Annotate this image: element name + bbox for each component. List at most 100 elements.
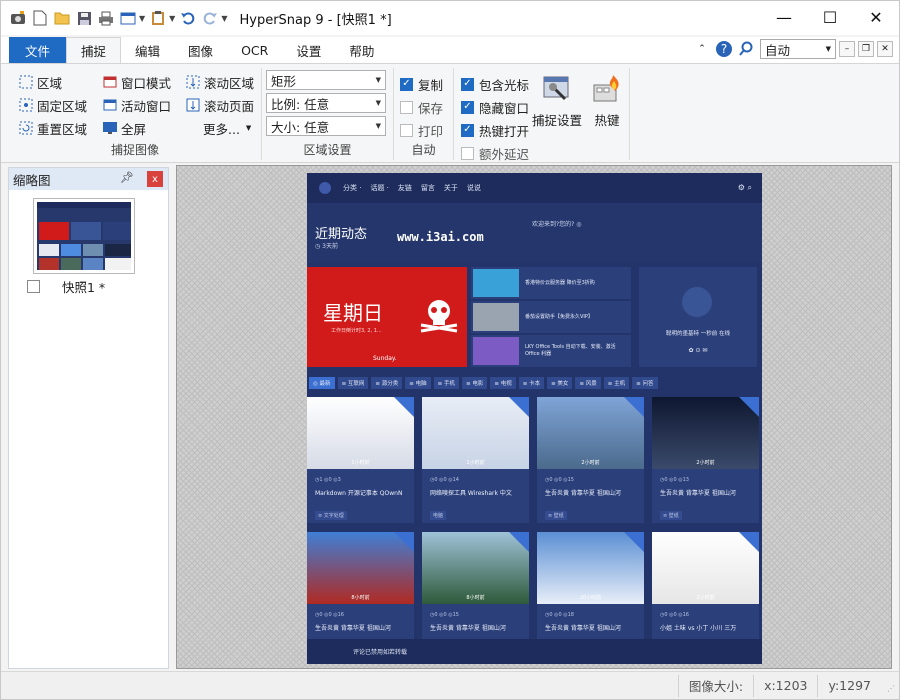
active-window-button[interactable]: 活动窗口 bbox=[101, 95, 171, 115]
save-icon[interactable] bbox=[75, 9, 93, 27]
fixed-region-button[interactable]: 固定区域 bbox=[17, 95, 87, 115]
scroll-region-label: 滚动区域 bbox=[204, 75, 255, 91]
checkbox-unchecked[interactable] bbox=[400, 100, 413, 114]
banner-question: 欢迎来到?您的? ◎ bbox=[532, 221, 582, 228]
checkbox-unchecked[interactable] bbox=[461, 146, 474, 160]
tab-capture[interactable]: 捕捉 bbox=[66, 37, 122, 63]
include-cursor-checkbox[interactable]: ✓ 包含光标 bbox=[461, 74, 529, 94]
image-canvas[interactable]: 分类 · 话题 · 友链 留言 关于 说说 ⚙ ⌕ 近期动态 ◷ 3天前 欢迎来到?您的?… bbox=[176, 165, 892, 669]
collapse-ribbon-icon[interactable]: ⌃ bbox=[692, 39, 712, 59]
scroll-region-button[interactable]: 滚动区域 bbox=[184, 72, 254, 92]
doc-minimize-button[interactable]: – bbox=[839, 41, 855, 57]
post-time: 8小时前 bbox=[466, 595, 485, 601]
new-ribbon bbox=[624, 532, 644, 552]
featured-thumbnail bbox=[473, 337, 519, 365]
site-nav-item: 说说 bbox=[466, 184, 481, 192]
thumbnail-select-checkbox[interactable] bbox=[27, 280, 40, 293]
pin-icon[interactable]: 📌︎ bbox=[120, 171, 134, 184]
close-panel-button[interactable]: x bbox=[147, 171, 163, 187]
post-title: 小姐 土味 vs 小丁 小川 三万 bbox=[660, 625, 737, 632]
hide-window-checkbox[interactable]: ✓ 隐藏窗口 bbox=[461, 97, 529, 117]
post-card: 2小时前 ◷0 ◎0 ◎15 生吾炎黄 背靠华夏 祖国山河 ≡ 壁纸 bbox=[537, 397, 644, 523]
checkbox-unchecked[interactable] bbox=[400, 123, 413, 137]
category-chip: ≡ 互联网 bbox=[337, 377, 369, 389]
minimize-button[interactable]: — bbox=[761, 1, 807, 33]
auto-print-checkbox[interactable]: 打印 bbox=[400, 120, 443, 140]
tab-ocr[interactable]: OCR bbox=[227, 37, 282, 63]
size-select[interactable]: 大小: 任意 ▼ bbox=[266, 116, 386, 136]
auto-copy-checkbox[interactable]: ✓ 复制 bbox=[400, 74, 443, 94]
new-ribbon bbox=[509, 532, 529, 552]
category-chip: ≡ 美女 bbox=[547, 377, 573, 389]
ratio-select[interactable]: 比例: 任意 ▼ bbox=[266, 93, 386, 113]
repeat-region-label: 重置区域 bbox=[37, 121, 88, 137]
checkbox-checked[interactable]: ✓ bbox=[400, 77, 413, 91]
window-mode-icon bbox=[101, 73, 119, 91]
checkbox-checked[interactable]: ✓ bbox=[461, 100, 474, 114]
repeat-region-icon bbox=[17, 119, 35, 137]
post-time: 8小时前 bbox=[351, 595, 370, 601]
close-button[interactable]: ✕ bbox=[853, 1, 899, 33]
redo-icon[interactable] bbox=[201, 9, 219, 27]
shape-select[interactable]: 矩形 ▼ bbox=[266, 70, 386, 90]
undo-icon[interactable] bbox=[179, 9, 197, 27]
camera-icon[interactable] bbox=[9, 9, 27, 27]
featured-thumbnail bbox=[473, 269, 519, 297]
capture-settings-button[interactable]: 捕捉设置 bbox=[532, 72, 582, 129]
chevron-down-icon: ▼ bbox=[375, 99, 381, 107]
tab-help[interactable]: 帮助 bbox=[335, 37, 388, 63]
zoom-select[interactable]: 自动 ▼ bbox=[760, 39, 836, 59]
window-mode-button[interactable]: 窗口模式 bbox=[101, 72, 171, 92]
auto-save-checkbox[interactable]: 保存 bbox=[400, 97, 443, 117]
captured-screenshot[interactable]: 分类 · 话题 · 友链 留言 关于 说说 ⚙ ⌕ 近期动态 ◷ 3天前 欢迎来到?您的?… bbox=[307, 173, 762, 664]
search-icon[interactable] bbox=[736, 39, 756, 59]
doc-restore-button[interactable]: ❐ bbox=[858, 41, 874, 57]
post-grid: 1小时前 ◷1 ◎0 ◎3 Markdown 开源记事本 QOwnN ≡ 文字处理 1小… bbox=[307, 397, 762, 664]
hotkeys-button[interactable]: 热键 bbox=[590, 72, 624, 129]
checkbox-checked[interactable]: ✓ bbox=[461, 77, 474, 91]
tab-image[interactable]: 图像 bbox=[174, 37, 227, 63]
profile-icons: ✿ ⊙ ✉ bbox=[688, 347, 708, 354]
tab-settings[interactable]: 设置 bbox=[282, 37, 335, 63]
tab-file[interactable]: 文件 bbox=[9, 37, 67, 63]
region-button[interactable]: 区域 bbox=[17, 72, 62, 92]
doc-close-button[interactable]: ✕ bbox=[877, 41, 893, 57]
post-card: 2小时前 ◷0 ◎0 ◎13 生吾炎黄 背靠华夏 祖国山河 ≡ 壁纸 bbox=[652, 397, 759, 523]
repeat-region-button[interactable]: 重置区域 bbox=[17, 118, 87, 138]
featured-list: 香港特价云服务器 降价至3折购 番茄设置助手【免费永久VIP】 LKY Office… bbox=[471, 267, 631, 367]
featured-title: 香港特价云服务器 降价至3折购 bbox=[525, 279, 595, 286]
resize-grip-icon[interactable]: ⋰ bbox=[881, 679, 895, 693]
clipboard-icon[interactable] bbox=[149, 9, 167, 27]
post-card: 1小时前 ◷1 ◎0 ◎3 Markdown 开源记事本 QOwnN ≡ 文字处理 bbox=[307, 397, 414, 523]
category-chip: ≡ 主机 bbox=[603, 377, 630, 389]
maximize-button[interactable]: ☐ bbox=[807, 1, 853, 33]
dropdown-arrow-icon[interactable]: ▼ bbox=[169, 14, 175, 23]
chevron-down-icon: ▼ bbox=[245, 124, 252, 132]
checkbox-checked[interactable]: ✓ bbox=[461, 123, 474, 137]
print-icon[interactable] bbox=[97, 9, 115, 27]
thumbnail-item[interactable] bbox=[33, 198, 135, 274]
new-file-icon[interactable] bbox=[31, 9, 49, 27]
avatar bbox=[682, 287, 712, 317]
scroll-page-button[interactable]: 滚动页面 bbox=[184, 95, 254, 115]
quick-access-toolbar: ▼ ▼ ▼ bbox=[1, 1, 231, 35]
hotkeys-on-checkbox[interactable]: ✓ 热键打开 bbox=[461, 120, 529, 140]
shape-value: 矩形 bbox=[271, 73, 297, 89]
help-icon[interactable]: ? bbox=[714, 39, 734, 59]
more-capture-button[interactable]: 更多... ▼ bbox=[203, 118, 251, 138]
open-folder-icon[interactable] bbox=[53, 9, 71, 27]
watermark-text: www.i3ai.com bbox=[397, 230, 484, 244]
fullscreen-button[interactable]: 全屏 bbox=[101, 118, 146, 138]
dropdown-arrow-icon[interactable]: ▼ bbox=[139, 14, 145, 23]
extra-delay-checkbox[interactable]: 额外延迟 bbox=[461, 143, 529, 163]
thumbnail-label-row: 快照1 * bbox=[27, 277, 105, 296]
ratio-value: 比例: 任意 bbox=[271, 96, 330, 112]
extra-delay-label: 额外延迟 bbox=[479, 146, 530, 162]
post-tag: ≡ 壁纸 bbox=[660, 511, 682, 520]
new-ribbon bbox=[624, 397, 644, 417]
tab-edit[interactable]: 编辑 bbox=[121, 37, 174, 63]
window-capture-icon[interactable] bbox=[119, 9, 137, 27]
post-meta: ◷0 ◎0 ◎15 bbox=[545, 477, 574, 483]
site-nav-item: 关于 bbox=[443, 184, 458, 192]
customize-toolbar-arrow-icon[interactable]: ▼ bbox=[221, 14, 227, 23]
